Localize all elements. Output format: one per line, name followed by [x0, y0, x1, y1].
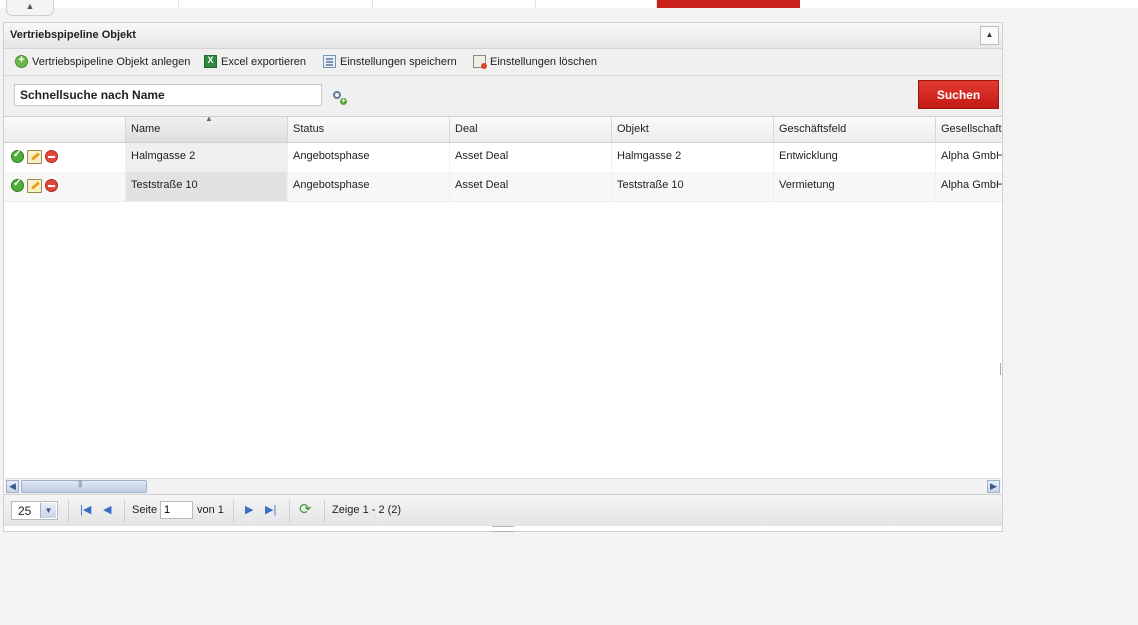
page-size-value: 25	[18, 504, 32, 518]
cell-deal: Asset Deal	[450, 143, 612, 172]
pager-separator	[233, 500, 234, 522]
column-header-label: Status	[293, 123, 325, 135]
cell-geschaeftsfeld: Vermietung	[774, 172, 936, 201]
column-header-geschaeftsfeld[interactable]: Geschäftsfeld	[774, 117, 936, 142]
display-info: Zeige 1 - 2 (2)	[332, 504, 402, 516]
page-size-select[interactable]: 25 ▼	[11, 501, 58, 520]
save-settings-label: Einstellungen speichern	[340, 55, 457, 68]
scroll-left-icon[interactable]: ◀	[6, 480, 19, 493]
top-tab-4[interactable]	[536, 0, 657, 8]
cell-name: Halmgasse 2	[126, 143, 288, 172]
panel-title: Vertriebspipeline Objekt	[10, 29, 136, 41]
page-number-input[interactable]	[160, 501, 193, 519]
refresh-icon[interactable]: ⟳	[299, 502, 312, 517]
page-label: Seite	[132, 504, 158, 516]
excel-icon	[204, 55, 217, 68]
column-header-label: Geschäftsfeld	[779, 123, 847, 135]
column-header-objekt[interactable]: Objekt	[612, 117, 774, 142]
delete-icon[interactable]	[45, 179, 58, 192]
next-page-icon[interactable]: ▶	[245, 503, 253, 516]
excel-export-button[interactable]: Excel exportieren	[204, 55, 306, 68]
column-header-label: Objekt	[617, 123, 649, 135]
column-resize-handle[interactable]	[1000, 363, 1002, 375]
collapse-up-icon: ▲	[25, 1, 35, 11]
data-grid: ▲ Name Status Deal Objekt Geschäftsfeld …	[4, 117, 1002, 477]
column-header-status[interactable]: Status	[288, 117, 450, 142]
column-header-label: Name	[131, 123, 161, 135]
approve-icon[interactable]	[11, 149, 24, 163]
cell-status: Angebotsphase	[288, 143, 450, 172]
edit-icon[interactable]	[27, 150, 42, 164]
last-page-icon[interactable]: ▶|	[265, 503, 276, 516]
delete-settings-label: Einstellungen löschen	[490, 55, 598, 68]
toolbar: Vertriebspipeline Objekt anlegen Excel e…	[4, 49, 1002, 76]
collapse-top-tab[interactable]: ▲	[6, 0, 54, 16]
edit-icon[interactable]	[27, 179, 42, 193]
table-row[interactable]: Halmgasse 2 Angebotsphase Asset Deal Hal…	[4, 143, 1002, 173]
column-header-label: Deal	[455, 123, 478, 135]
page-count-label: von 1	[197, 504, 224, 516]
collapse-arrow-icon: ▲	[985, 30, 994, 39]
actions-column-header	[4, 117, 126, 142]
top-tab-3[interactable]	[373, 0, 536, 8]
approve-icon[interactable]	[11, 178, 24, 192]
column-header-label: Gesellschaft	[941, 123, 1002, 135]
magnifier-icon	[333, 91, 341, 99]
pager-separator	[289, 500, 290, 522]
column-header-name[interactable]: ▲ Name	[126, 117, 288, 142]
excel-export-label: Excel exportieren	[221, 55, 306, 68]
create-object-button[interactable]: Vertriebspipeline Objekt anlegen	[15, 54, 191, 68]
panel-collapse-button[interactable]: ▲	[980, 26, 999, 45]
cell-status: Angebotsphase	[288, 172, 450, 201]
row-actions	[4, 143, 126, 172]
delete-settings-icon	[473, 55, 487, 69]
quick-search-input[interactable]	[14, 84, 322, 106]
panel-resize-handle[interactable]	[492, 526, 514, 532]
cell-objekt: Halmgasse 2	[612, 143, 774, 172]
advanced-search-icon[interactable]: +	[333, 91, 347, 105]
sort-ascending-icon: ▲	[205, 117, 213, 123]
scroll-right-icon[interactable]: ▶	[987, 480, 1000, 493]
top-tab-strip	[0, 0, 1138, 8]
delete-settings-button[interactable]: Einstellungen löschen	[473, 55, 598, 69]
table-row[interactable]: Teststraße 10 Angebotsphase Asset Deal T…	[4, 172, 1002, 202]
create-object-label: Vertriebspipeline Objekt anlegen	[32, 55, 191, 68]
top-tab-2[interactable]	[179, 0, 373, 8]
pager-separator	[124, 500, 125, 522]
chevron-down-icon[interactable]: ▼	[40, 503, 56, 518]
add-icon	[15, 54, 28, 68]
column-header-deal[interactable]: Deal	[450, 117, 612, 142]
top-tab-active[interactable]	[657, 0, 800, 8]
column-header-gesellschaft[interactable]: Gesellschaft	[936, 117, 1002, 142]
save-settings-icon	[323, 55, 336, 68]
scrollbar-thumb[interactable]	[21, 479, 147, 493]
paging-toolbar: 25 ▼ |◀ ◀ Seite von 1 ▶ ▶| ⟳ Zeige 1 - 2…	[4, 494, 1002, 526]
cell-gesellschaft: Alpha GmbH	[936, 172, 1002, 201]
cell-name: Teststraße 10	[126, 172, 288, 201]
grid-header: ▲ Name Status Deal Objekt Geschäftsfeld …	[4, 117, 1002, 143]
save-settings-button[interactable]: Einstellungen speichern	[323, 55, 457, 68]
panel-header: Vertriebspipeline Objekt ▲	[4, 23, 1002, 49]
cell-gesellschaft: Alpha GmbH	[936, 143, 1002, 172]
row-actions	[4, 172, 126, 201]
pager-separator	[68, 500, 69, 522]
delete-icon[interactable]	[45, 150, 58, 163]
cell-geschaeftsfeld: Entwicklung	[774, 143, 936, 172]
pipeline-panel: Vertriebspipeline Objekt ▲ Vertriebspipe…	[3, 22, 1003, 532]
cell-objekt: Teststraße 10	[612, 172, 774, 201]
horizontal-scrollbar[interactable]: ◀ ▶	[5, 478, 1001, 494]
previous-page-icon[interactable]: ◀	[103, 503, 111, 516]
search-bar: + Suchen	[4, 76, 1002, 117]
pager-separator	[324, 500, 325, 522]
search-button[interactable]: Suchen	[918, 80, 999, 109]
cell-deal: Asset Deal	[450, 172, 612, 201]
first-page-icon[interactable]: |◀	[80, 503, 91, 516]
plus-icon: +	[340, 98, 347, 105]
